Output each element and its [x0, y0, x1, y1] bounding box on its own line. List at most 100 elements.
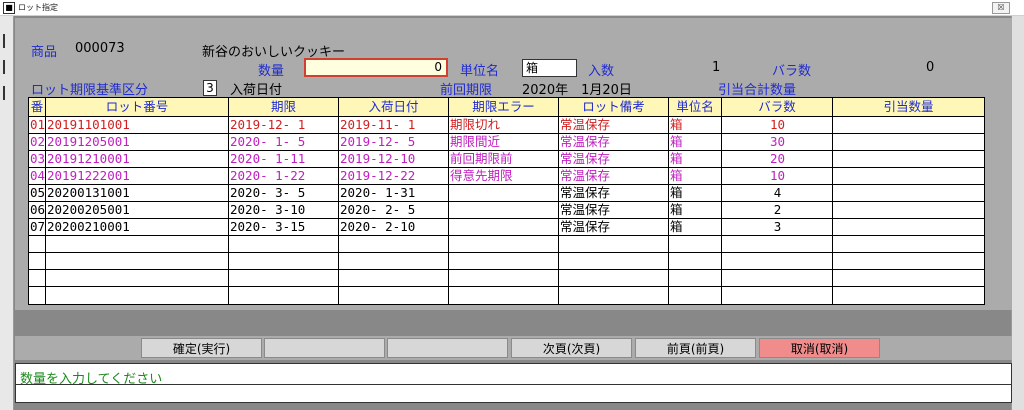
- row-alloc[interactable]: [833, 134, 984, 150]
- row-alloc[interactable]: [833, 168, 984, 184]
- row-lot: [46, 236, 229, 252]
- row-error: 期限間近: [449, 134, 559, 150]
- row-alloc[interactable]: [833, 202, 984, 218]
- header-unit: 単位名: [669, 98, 722, 116]
- row-limit: 2020- 3- 5: [229, 185, 339, 201]
- row-unit: 箱: [669, 202, 722, 218]
- row-unit: 箱: [669, 168, 722, 184]
- lot-basis-field[interactable]: 3: [203, 80, 217, 96]
- app-icon: ■: [3, 2, 15, 14]
- left-strip: [0, 16, 14, 410]
- header-limit: 期限: [229, 98, 339, 116]
- header-bara: バラ数: [722, 98, 833, 116]
- header-note: ロット備考: [559, 98, 669, 116]
- row-no: 05: [30, 185, 46, 201]
- table-row[interactable]: 03 20191210001 2020- 1-11 2019-12-10 前回期限前 常温…: [29, 151, 984, 168]
- table-row[interactable]: 04 20191222001 2020- 1-22 2019-12-22 得意先期限 常温…: [29, 168, 984, 185]
- row-bara: 3: [722, 219, 833, 235]
- row-no: [29, 253, 46, 269]
- row-lot: 20200131001: [46, 185, 229, 201]
- row-note: [559, 270, 669, 286]
- row-bara: 10: [722, 168, 833, 184]
- cancel-button[interactable]: 取消(取消): [759, 338, 880, 358]
- row-lot: 20200205001: [46, 202, 229, 218]
- table-row-empty[interactable]: [29, 270, 984, 287]
- row-arrival: 2019-12-10: [339, 151, 449, 167]
- row-arrival: 2020- 1-31: [339, 185, 449, 201]
- unit-field[interactable]: 箱: [522, 59, 577, 77]
- row-bara: [722, 270, 833, 286]
- row-note: 常温保存: [559, 117, 669, 133]
- qty-input[interactable]: 0: [304, 58, 448, 77]
- row-no: 03: [30, 151, 46, 167]
- title-bar: ■ ロット指定 ☒: [0, 0, 1024, 16]
- table-row[interactable]: 05 20200131001 2020- 3- 5 2020- 1-31 常温保存箱 4: [29, 185, 984, 202]
- table-row-empty[interactable]: [29, 236, 984, 253]
- bara-label: バラ数: [772, 64, 812, 79]
- row-limit: [229, 287, 339, 304]
- table-header: 番 ロット番号 期限 入荷日付 期限エラー ロット備考 単位名 バラ数 引当数量: [29, 98, 984, 117]
- lot-basis-text: 入荷日付: [230, 83, 283, 98]
- row-note: 常温保存: [559, 202, 669, 218]
- row-unit: 箱: [669, 219, 722, 235]
- row-error: [449, 202, 559, 218]
- row-no: [29, 236, 46, 252]
- row-note: [559, 253, 669, 269]
- row-unit: [669, 253, 722, 269]
- row-error: [449, 219, 559, 235]
- row-alloc[interactable]: [833, 185, 984, 201]
- row-alloc: [833, 287, 984, 304]
- row-no: 01: [30, 117, 46, 133]
- header-error: 期限エラー: [449, 98, 559, 116]
- row-unit: [669, 287, 722, 304]
- status-bar: 数量を入力してください: [15, 363, 1012, 403]
- row-error: [449, 287, 559, 304]
- row-limit: 2020- 1-22: [229, 168, 339, 184]
- row-arrival: 2020- 2-10: [339, 219, 449, 235]
- row-no: 02: [30, 134, 46, 150]
- row-arrival: 2019-12-22: [339, 168, 449, 184]
- next-page-button[interactable]: 次頁(次頁): [511, 338, 632, 358]
- confirm-button[interactable]: 確定(実行): [141, 338, 262, 358]
- row-bara: 4: [722, 185, 833, 201]
- irisu-value: 1: [712, 60, 721, 75]
- table-row-empty[interactable]: [29, 253, 984, 270]
- row-unit: [669, 270, 722, 286]
- irisu-label: 入数: [588, 64, 615, 79]
- table-row[interactable]: 02 20191205001 2020- 1- 5 2019-12- 5 期限間近 常温保…: [29, 134, 984, 151]
- left-strip-mark: [3, 86, 5, 100]
- row-alloc: [833, 253, 984, 269]
- close-icon[interactable]: ☒: [992, 2, 1010, 14]
- row-limit: 2020- 1-11: [229, 151, 339, 167]
- row-note: [559, 287, 669, 304]
- lot-basis-label: ロット期限基準区分: [31, 83, 149, 98]
- prev-page-button[interactable]: 前頁(前頁): [635, 338, 756, 358]
- row-alloc: [833, 236, 984, 252]
- product-label: 商品: [31, 45, 58, 60]
- table-row[interactable]: 01 20191101001 2019-12- 1 2019-11- 1 期限切れ 常温保…: [29, 117, 984, 134]
- product-code: 000073: [75, 41, 125, 56]
- row-limit: 2019-12- 1: [229, 117, 339, 133]
- row-alloc[interactable]: [833, 219, 984, 235]
- table-row[interactable]: 06 20200205001 2020- 3-10 2020- 2- 5 常温保存箱 2: [29, 202, 984, 219]
- table-row[interactable]: 07 20200210001 2020- 3-15 2020- 2-10 常温保存箱 3: [29, 219, 984, 236]
- row-bara: 10: [722, 117, 833, 133]
- blank-button-1[interactable]: [264, 338, 385, 358]
- blank-button-2[interactable]: [387, 338, 508, 358]
- left-strip-mark: [3, 60, 5, 74]
- button-bar: 確定(実行) 次頁(次頁) 前頁(前頁) 取消(取消): [15, 336, 1012, 360]
- row-unit: 箱: [669, 151, 722, 167]
- row-note: 常温保存: [559, 185, 669, 201]
- row-error: [449, 236, 559, 252]
- row-arrival: [339, 287, 449, 304]
- prev-limit-value: 2020年 1月20日: [522, 83, 632, 98]
- row-lot: 20200210001: [46, 219, 229, 235]
- row-bara: 30: [722, 134, 833, 150]
- row-note: 常温保存: [559, 151, 669, 167]
- row-alloc[interactable]: [833, 117, 984, 133]
- row-limit: [229, 236, 339, 252]
- table-row-empty[interactable]: [29, 287, 984, 304]
- row-alloc: [833, 270, 984, 286]
- row-error: 前回期限前: [449, 151, 559, 167]
- row-alloc[interactable]: [833, 151, 984, 167]
